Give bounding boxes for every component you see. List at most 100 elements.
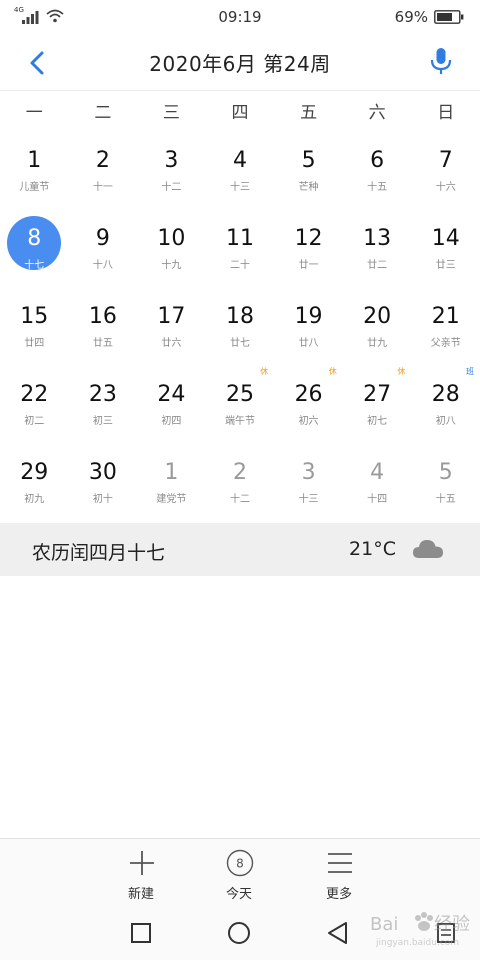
day-cell[interactable]: 1 建党节 <box>137 440 206 518</box>
status-bar: 4G 09:19 69% <box>0 0 480 34</box>
day-cell[interactable]: 22 初二 <box>0 362 69 440</box>
system-nav-bar: Bai 经验 jingyan.baidu.com <box>0 906 480 960</box>
lunar-day-label: 初六 <box>298 416 319 427</box>
day-cell[interactable]: 18 廿七 <box>206 284 275 362</box>
paw-watermark-icon: Bai 经验 <box>370 912 470 935</box>
day-number: 11 <box>225 226 254 251</box>
day-cell[interactable]: 20 廿九 <box>343 284 412 362</box>
day-cell-selected[interactable]: 8 十七 <box>0 206 69 284</box>
baidu-watermark: Bai 经验 jingyan.baidu.com <box>368 908 472 956</box>
day-cell[interactable]: 23 初三 <box>69 362 138 440</box>
lunar-day-label: 十四 <box>367 494 388 505</box>
day-cell[interactable]: 30 初十 <box>69 440 138 518</box>
day-number: 5 <box>438 460 453 485</box>
day-cell[interactable]: 17 廿六 <box>137 284 206 362</box>
more-button[interactable]: 更多 <box>304 845 374 905</box>
day-number: 10 <box>157 226 186 251</box>
day-number: 25 <box>225 382 254 407</box>
recent-apps-icon[interactable] <box>127 919 155 947</box>
day-number: 15 <box>20 304 49 329</box>
day-cell[interactable]: 7 十六 <box>411 128 480 206</box>
lunar-info-bar[interactable]: 农历闰四月十七 21°C <box>0 523 480 576</box>
battery-percent: 69% <box>394 8 428 26</box>
day-cell[interactable]: 5 芒种 <box>274 128 343 206</box>
lunar-day-label: 十五 <box>435 494 456 505</box>
day-cell[interactable]: 12 廿一 <box>274 206 343 284</box>
weekday-label: 日 <box>437 103 455 123</box>
weekday-label: 四 <box>231 103 249 123</box>
lunar-day-label: 廿三 <box>435 260 456 271</box>
day-number: 18 <box>225 304 254 329</box>
home-icon[interactable] <box>225 919 253 947</box>
day-cell[interactable]: 1 儿童节 <box>0 128 69 206</box>
day-cell[interactable]: 10 十九 <box>137 206 206 284</box>
day-number: 2 <box>95 148 110 173</box>
weekday-label: 三 <box>162 103 180 123</box>
calendar-header: 2020年6月 第24周 <box>0 34 480 90</box>
day-cell[interactable]: 25 端午节 休 <box>206 362 275 440</box>
lunar-date: 农历闰四月十七 <box>32 542 166 564</box>
day-cell[interactable]: 13 廿二 <box>343 206 412 284</box>
day-cell[interactable]: 14 廿三 <box>411 206 480 284</box>
day-cell[interactable]: 29 初九 <box>0 440 69 518</box>
day-number: 26 <box>294 382 323 407</box>
battery-icon <box>434 10 464 24</box>
day-cell[interactable]: 24 初四 <box>137 362 206 440</box>
day-cell[interactable]: 26 初六 休 <box>274 362 343 440</box>
more-label: 更多 <box>325 887 352 902</box>
day-cell[interactable]: 6 十五 <box>343 128 412 206</box>
lunar-day-label: 十三 <box>229 182 250 193</box>
lunar-day-label: 十一 <box>92 182 113 193</box>
day-cell[interactable]: 3 十二 <box>137 128 206 206</box>
bottom-toolbar: 新建 8 今天 更多 <box>0 838 480 907</box>
day-cell[interactable]: 2 十一 <box>69 128 138 206</box>
month-week-title[interactable]: 2020年6月 第24周 <box>0 48 480 77</box>
today-label: 今天 <box>225 887 252 902</box>
day-cell[interactable]: 11 二十 <box>206 206 275 284</box>
day-number: 24 <box>157 382 186 407</box>
day-number: 1 <box>164 460 179 485</box>
cloud-icon <box>413 540 443 558</box>
day-cell[interactable]: 15 廿四 <box>0 284 69 362</box>
day-cell[interactable]: 27 初七 休 <box>343 362 412 440</box>
day-cell[interactable]: 4 十三 <box>206 128 275 206</box>
day-number: 23 <box>88 382 117 407</box>
lunar-day-label: 十五 <box>367 182 388 193</box>
day-cell[interactable]: 2 十二 <box>206 440 275 518</box>
day-number: 27 <box>363 382 392 407</box>
new-event-label: 新建 <box>127 887 154 902</box>
lunar-day-label: 十二 <box>161 182 182 193</box>
day-cell[interactable]: 28 初八 班 <box>411 362 480 440</box>
day-number: 4 <box>370 460 385 485</box>
back-triangle-icon[interactable] <box>324 919 352 947</box>
lunar-day-label: 初八 <box>435 416 456 427</box>
today-button[interactable]: 8 今天 <box>204 845 274 905</box>
day-cell[interactable]: 21 父亲节 <box>411 284 480 362</box>
day-cell[interactable]: 19 廿八 <box>274 284 343 362</box>
day-cell[interactable]: 5 十五 <box>411 440 480 518</box>
day-number: 30 <box>88 460 117 485</box>
lunar-day-label: 十八 <box>92 260 113 271</box>
day-number: 28 <box>431 382 460 407</box>
lunar-day-label: 廿六 <box>161 338 182 349</box>
holiday-badge: 休 <box>397 367 406 376</box>
day-number: 20 <box>363 304 392 329</box>
lunar-day-label: 建党节 <box>156 494 187 505</box>
microphone-icon[interactable] <box>426 46 456 76</box>
lunar-day-label: 芒种 <box>298 182 319 193</box>
weekday-row: 一二三四五六日 <box>0 90 480 127</box>
day-cell[interactable]: 16 廿五 <box>69 284 138 362</box>
day-cell[interactable]: 4 十四 <box>343 440 412 518</box>
svg-text:Bai: Bai <box>370 914 398 935</box>
day-cell[interactable]: 9 十八 <box>69 206 138 284</box>
weekday-label: 五 <box>300 103 318 123</box>
today-icon-number: 8 <box>236 857 244 871</box>
new-event-button[interactable]: 新建 <box>106 845 176 905</box>
lunar-day-label: 端午节 <box>224 416 255 427</box>
lunar-day-label: 初十 <box>92 494 113 505</box>
day-number: 16 <box>88 304 117 329</box>
lunar-day-label: 十九 <box>161 260 182 271</box>
day-cell[interactable]: 3 十三 <box>274 440 343 518</box>
lunar-day-label: 初七 <box>367 416 388 427</box>
day-number: 21 <box>431 304 460 329</box>
